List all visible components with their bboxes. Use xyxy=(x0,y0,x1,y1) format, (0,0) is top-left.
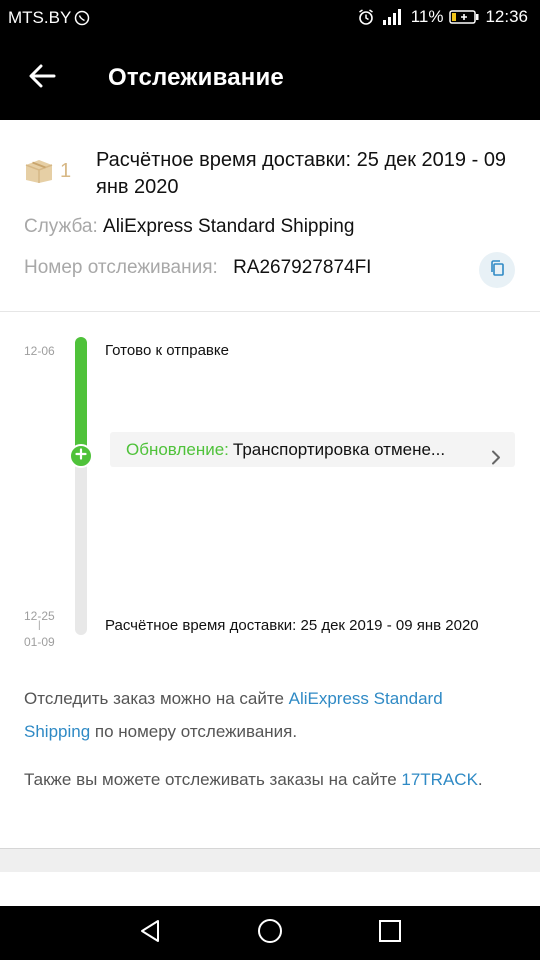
shipment-summary: 1 Расчётное время доставки: 25 дек 2019 … xyxy=(0,120,540,312)
app-bar: Отслеживание xyxy=(0,36,540,120)
status-icons: 11% 12:36 xyxy=(357,7,528,27)
section-divider xyxy=(0,848,540,872)
status-bar: MTS.BY 11% 12:36 xyxy=(0,0,540,36)
info-line1-prefix: Отследить заказ можно на сайте xyxy=(24,689,289,708)
timeline-current-dot xyxy=(69,444,93,469)
nav-back-button[interactable] xyxy=(135,918,165,948)
service-row: Служба: AliExpress Standard Shipping xyxy=(24,216,354,238)
info-carrier-site: Отследить заказ можно на сайте AliExpres… xyxy=(24,682,494,748)
alarm-icon xyxy=(357,8,375,26)
battery-percent: 11% xyxy=(410,7,444,26)
service-label: Служба: xyxy=(24,216,98,237)
viber-icon xyxy=(74,10,90,26)
tracking-number: RA267927874FI xyxy=(233,257,372,278)
circle-home-icon xyxy=(257,918,283,949)
clock: 12:36 xyxy=(485,7,528,26)
tracking-label: Номер отслеживания: xyxy=(24,257,218,278)
timeline-progress xyxy=(75,337,87,457)
nav-recent-button[interactable] xyxy=(375,918,405,948)
copy-tracking-button[interactable] xyxy=(479,252,515,288)
page-title: Отслеживание xyxy=(108,64,284,91)
update-card[interactable]: Обновление: Транспортировка отмене... xyxy=(110,432,515,467)
event-text: Готово к отправке xyxy=(105,342,229,359)
estimate-text: Расчётное время доставки: 25 дек 2019 - … xyxy=(105,617,479,634)
info-line2-prefix: Также вы можете отслеживать заказы на са… xyxy=(24,770,402,789)
tracking-row: Номер отслеживания: RA267927874FI xyxy=(24,257,371,279)
battery-icon xyxy=(449,9,479,25)
date-range-separator: | xyxy=(38,620,41,631)
tracking-timeline: 12-06 Готово к отправке Обновление: Транс… xyxy=(0,313,540,663)
service-value: AliExpress Standard Shipping xyxy=(103,216,355,237)
square-recent-icon xyxy=(378,919,402,948)
package-count: 1 xyxy=(60,160,72,182)
update-label: Обновление: xyxy=(126,440,229,459)
plus-icon xyxy=(75,447,87,465)
carrier-name: MTS.BY xyxy=(8,8,72,27)
event-date: 12-06 xyxy=(24,344,55,358)
17track-link[interactable]: 17TRACK xyxy=(401,770,478,789)
arrow-left-icon xyxy=(28,64,56,93)
copy-icon xyxy=(488,259,506,282)
nav-home-button[interactable] xyxy=(255,918,285,948)
system-nav-bar xyxy=(0,906,540,960)
back-button[interactable] xyxy=(24,60,60,96)
update-text: Транспортировка отмене... xyxy=(232,440,446,459)
info-17track: Также вы можете отслеживать заказы на са… xyxy=(24,763,494,796)
carrier: MTS.BY xyxy=(8,8,90,28)
estimate-date-to: 01-09 xyxy=(24,635,55,649)
info-line1-suffix: по номеру отслеживания. xyxy=(90,722,298,741)
estimated-delivery: Расчётное время доставки: 25 дек 2019 - … xyxy=(96,149,507,198)
next-section xyxy=(0,872,540,906)
signal-icon xyxy=(381,8,405,26)
triangle-back-icon xyxy=(138,918,162,949)
info-line2-suffix: . xyxy=(477,770,483,789)
chevron-right-icon xyxy=(491,442,501,477)
package-box-icon xyxy=(24,156,54,189)
